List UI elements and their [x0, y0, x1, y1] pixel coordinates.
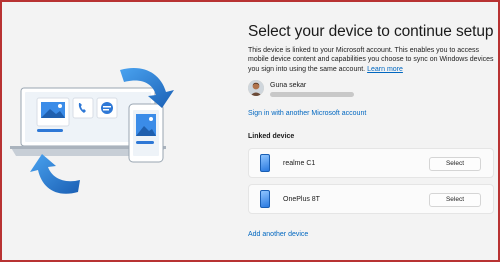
device-name: realme C1 — [283, 160, 316, 167]
device-name: OnePlus 8T — [283, 196, 320, 203]
page-title: Select your device to continue setup — [248, 23, 494, 40]
select-device-button[interactable]: Select — [429, 193, 481, 207]
select-device-button[interactable]: Select — [429, 157, 481, 171]
learn-more-link[interactable]: Learn more — [367, 66, 403, 73]
phone-icon — [260, 190, 270, 208]
avatar-image — [248, 80, 264, 96]
account-name: Guna sekar — [270, 82, 307, 89]
setup-window: Select your device to continue setup Thi… — [2, 2, 498, 260]
setup-panel: Select your device to continue setup Thi… — [248, 2, 494, 260]
account-email-redacted — [270, 92, 354, 97]
phone-illustration-icon — [128, 103, 164, 163]
avatar — [248, 80, 264, 96]
add-another-device-link[interactable]: Add another device — [248, 231, 308, 238]
device-card-oneplus-8t: OnePlus 8T Select — [248, 184, 494, 214]
device-card-realme-c1: realme C1 Select — [248, 148, 494, 178]
link-devices-illustration — [10, 68, 174, 194]
sign-in-another-account-link[interactable]: Sign in with another Microsoft account — [248, 110, 366, 117]
setup-description: This device is linked to your Microsoft … — [248, 46, 494, 74]
phone-icon — [260, 154, 270, 172]
linked-device-heading: Linked device — [248, 133, 295, 140]
